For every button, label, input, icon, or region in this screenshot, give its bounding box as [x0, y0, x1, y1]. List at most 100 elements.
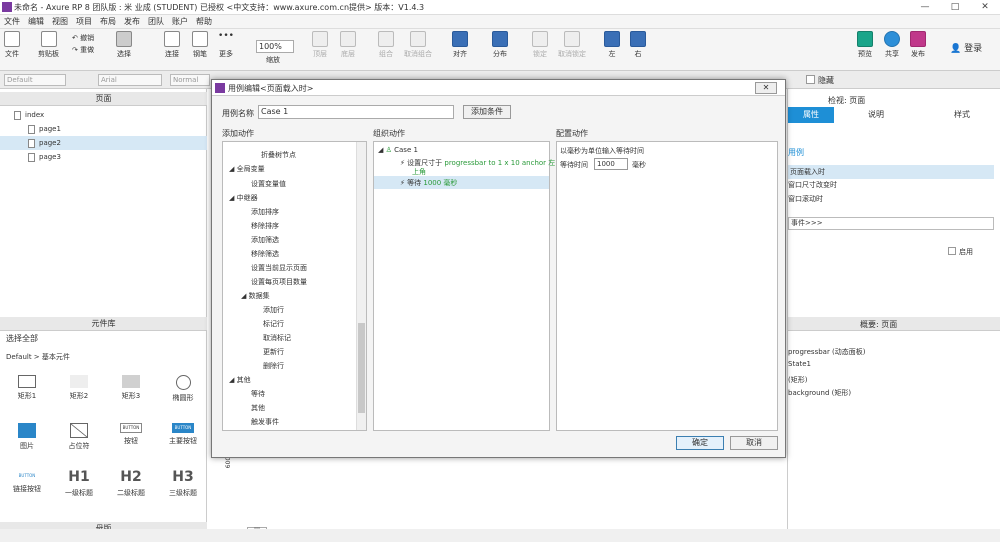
unlock-button[interactable]: 取消锁定 [558, 31, 586, 59]
file-tool[interactable]: 文件 [4, 31, 20, 59]
minimize-button[interactable]: — [910, 0, 940, 15]
widget-link-button[interactable]: BUTTON 链接按钮 [2, 471, 52, 494]
select-all-library[interactable]: 选择全部 [6, 333, 38, 344]
tree-item[interactable]: 添加行 [263, 305, 284, 315]
lock-button[interactable]: 锁定 [532, 31, 548, 59]
case-name-input[interactable]: Case 1 [258, 105, 454, 119]
tree-group[interactable]: ◢ 数据集 [241, 291, 270, 301]
tree-item[interactable]: 添加筛选 [251, 235, 279, 245]
action-set-size[interactable]: ⚡ 设置尺寸于 progressbar to 1 x 10 anchor 左 上… [400, 159, 555, 177]
menu-publish[interactable]: 发布 [120, 15, 144, 29]
send-bottom-button[interactable]: 底层 [340, 31, 356, 59]
more-events-select[interactable]: 事件>>> [788, 217, 994, 230]
widget-placeholder[interactable]: 占位符 [54, 423, 104, 451]
widget-rect3[interactable]: 矩形3 [106, 375, 156, 401]
hide-checkbox[interactable] [806, 75, 815, 84]
menu-project[interactable]: 项目 [72, 15, 96, 29]
tree-group[interactable]: ◢ 其他 [229, 375, 251, 385]
tree-item[interactable]: 触发事件 [251, 417, 279, 427]
tree-item[interactable]: 其他 [251, 403, 265, 413]
align-button[interactable]: 对齐 [452, 31, 468, 59]
tree-item[interactable]: 标记行 [263, 319, 284, 329]
outline-item[interactable]: State1 [788, 360, 811, 368]
cancel-button[interactable]: 取消 [730, 436, 778, 450]
case-link[interactable]: 用例 [788, 147, 804, 158]
tree-item[interactable]: 设置变量值 [251, 179, 286, 189]
zoom-select[interactable]: 100% [256, 40, 294, 53]
tab-properties[interactable]: 属性 [788, 107, 834, 123]
page-item-page2[interactable]: page2 [0, 136, 207, 150]
tree-item[interactable]: 更新行 [263, 347, 284, 357]
undo-button[interactable]: ↶ 撤销 [72, 33, 94, 43]
widget-h3[interactable]: H3 三级标题 [158, 469, 208, 498]
right-button[interactable]: 右 [630, 31, 646, 59]
menu-team[interactable]: 团队 [144, 15, 168, 29]
event-window-scroll[interactable]: 窗口滚动时 [788, 194, 823, 204]
widget-button[interactable]: BUTTON 按钮 [106, 423, 156, 446]
close-dialog-button[interactable]: ✕ [755, 82, 777, 94]
menu-account[interactable]: 账户 [168, 15, 192, 29]
tree-item[interactable]: 删除行 [263, 361, 284, 371]
widget-rect1[interactable]: 矩形1 [2, 375, 52, 401]
event-page-load[interactable]: 页面载入时 [788, 165, 994, 179]
widget-image[interactable]: 图片 [2, 423, 52, 451]
scrollbar-thumb[interactable] [358, 323, 365, 413]
menu-file[interactable]: 文件 [0, 15, 24, 29]
tree-group[interactable]: ◢ 中继器 [229, 193, 258, 203]
distribute-button[interactable]: 分布 [492, 31, 508, 59]
menu-layout[interactable]: 布局 [96, 15, 120, 29]
page-item-page1[interactable]: page1 [0, 122, 207, 136]
widget-primary-button[interactable]: BUTTON 主要按钮 [158, 423, 208, 446]
page-item-index[interactable]: index [0, 108, 207, 122]
tree-item[interactable]: 移除排序 [251, 221, 279, 231]
menu-view[interactable]: 视图 [48, 15, 72, 29]
group-button[interactable]: 组合 [378, 31, 394, 59]
widget-ellipse[interactable]: 椭圆形 [158, 375, 208, 403]
page-item-page3[interactable]: page3 [0, 150, 207, 164]
maximize-button[interactable]: □ [940, 0, 970, 15]
tab-notes[interactable]: 说明 [868, 107, 884, 123]
enable-checkbox[interactable] [948, 247, 956, 255]
login-button[interactable]: 👤 登录 [950, 41, 982, 54]
tab-style[interactable]: 样式 [954, 107, 970, 123]
outline-item[interactable]: background (矩形) [788, 388, 851, 398]
font-select[interactable]: Arial [98, 74, 162, 86]
case-node[interactable]: ◢ ♙ Case 1 [378, 146, 418, 154]
outline-item[interactable]: (矩形) [788, 375, 807, 385]
add-condition-button[interactable]: 添加条件 [463, 105, 511, 119]
tree-scrollbar[interactable] [356, 142, 366, 430]
action-wait[interactable]: ⚡ 等待 1000 毫秒 [374, 176, 549, 189]
outline-item[interactable]: progressbar (动态面板) [788, 347, 866, 357]
wait-time-input[interactable]: 1000 [594, 158, 628, 170]
tree-item[interactable]: 设置每页项目数量 [251, 277, 307, 287]
connect-tool[interactable]: 连接 [164, 31, 180, 59]
tree-item[interactable]: 添加排序 [251, 207, 279, 217]
event-window-resize[interactable]: 窗口尺寸改变时 [788, 180, 837, 190]
tree-group[interactable]: ◢ 全局变量 [229, 164, 265, 174]
redo-button[interactable]: ↷ 重做 [72, 45, 94, 55]
tree-item[interactable]: 折叠树节点 [261, 150, 296, 160]
select-tool[interactable]: 选择 [116, 31, 132, 59]
tree-item[interactable]: 取消标记 [263, 333, 291, 343]
ok-button[interactable]: 确定 [676, 436, 724, 450]
tree-item[interactable]: 设置当前显示页面 [251, 263, 307, 273]
tree-item[interactable]: 移除筛选 [251, 249, 279, 259]
tree-item[interactable]: 等待 [251, 389, 265, 399]
bring-top-button[interactable]: 顶层 [312, 31, 328, 59]
widget-h2[interactable]: H2 二级标题 [106, 469, 156, 498]
ungroup-button[interactable]: 取消组合 [404, 31, 432, 59]
publish-button[interactable]: 发布 [910, 31, 926, 59]
library-group[interactable]: Default > 基本元件 [6, 352, 70, 362]
preview-button[interactable]: 预览 [857, 31, 873, 59]
weight-select[interactable]: Normal [170, 74, 210, 86]
menu-help[interactable]: 帮助 [192, 15, 216, 29]
left-button[interactable]: 左 [604, 31, 620, 59]
widget-rect2[interactable]: 矩形2 [54, 375, 104, 401]
share-button[interactable]: 共享 [884, 31, 900, 59]
menu-edit[interactable]: 编辑 [24, 15, 48, 29]
pen-tool[interactable]: 钢笔 [192, 31, 208, 59]
clipboard-tool[interactable]: 剪贴板 [38, 31, 59, 59]
widget-h1[interactable]: H1 一级标题 [54, 469, 104, 498]
more-tool[interactable]: ••• 更多 [218, 31, 234, 59]
close-window-button[interactable]: ✕ [970, 0, 1000, 15]
